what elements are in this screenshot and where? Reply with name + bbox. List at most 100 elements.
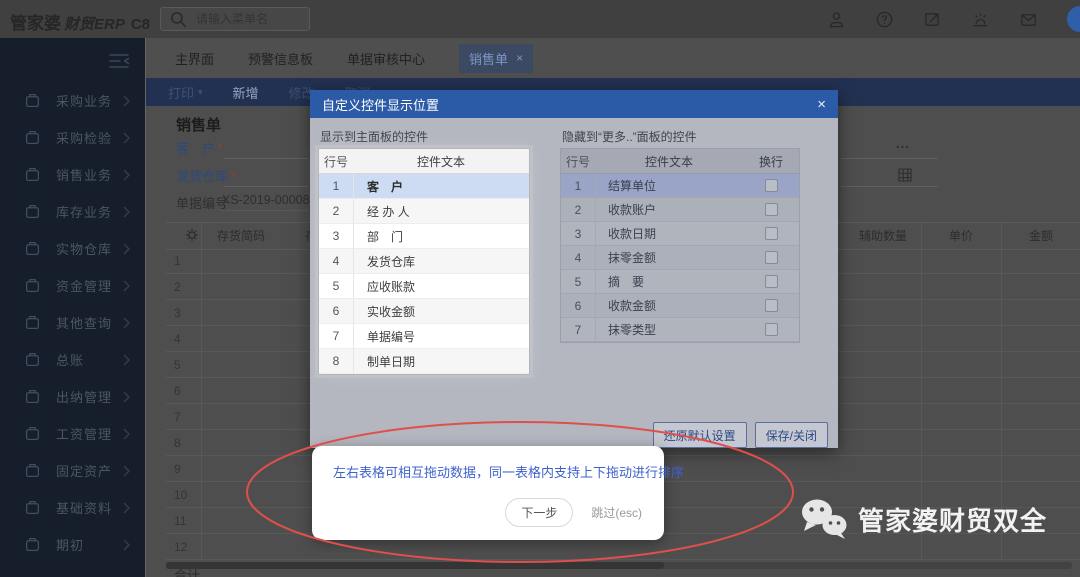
tab-label: 预警信息板	[248, 49, 313, 68]
tab[interactable]: 主界面	[175, 44, 214, 73]
main-panel-row[interactable]: 4 发货仓库	[319, 249, 529, 274]
main-panel-row[interactable]: 6 实收金额	[319, 299, 529, 324]
main-panel-row[interactable]: 8 制单日期	[319, 349, 529, 374]
dialog-close-icon[interactable]: ×	[817, 96, 826, 113]
main-panel-row[interactable]: 1 客 户	[319, 174, 529, 199]
sidebar: 采购业务 采购检验 销售业务 库存业务	[0, 38, 145, 577]
wrap-checkbox[interactable]	[765, 275, 778, 288]
sidebar-collapse-button[interactable]	[0, 38, 145, 82]
cashier-icon	[24, 388, 41, 405]
grid-picker-icon[interactable]	[898, 168, 912, 182]
chevron-right-icon	[123, 206, 131, 218]
toolbar-button-label: 新增	[233, 83, 259, 102]
sidebar-item[interactable]: 采购业务	[0, 82, 145, 119]
tab[interactable]: 单据审核中心	[347, 44, 425, 73]
sidebar-item[interactable]: 采购检验	[0, 119, 145, 156]
row-number: 9	[166, 462, 204, 476]
help-icon[interactable]	[875, 10, 894, 29]
gear-icon[interactable]	[184, 227, 200, 243]
sidebar-item[interactable]: 期初	[0, 526, 145, 563]
page-title: 销售单	[176, 114, 221, 135]
customer-input[interactable]	[224, 158, 308, 159]
warehouse-field-label: 发货仓库*	[176, 166, 236, 185]
scrollbar-thumb[interactable]	[166, 562, 664, 569]
more-panel-row[interactable]: 1 结算单位	[561, 174, 799, 198]
chevron-right-icon	[123, 539, 131, 551]
column-header[interactable]: 单价	[921, 227, 1001, 244]
more-panel-row[interactable]: 2 收款账户	[561, 198, 799, 222]
sidebar-item[interactable]: 资金管理	[0, 267, 145, 304]
column-header[interactable]: 金额	[1001, 227, 1080, 244]
ellipsis-picker-button[interactable]: ...	[896, 136, 910, 151]
dialog-button[interactable]: 保存/关闭	[755, 422, 828, 448]
control-text: 抹零金额	[596, 249, 743, 266]
main-panel-row[interactable]: 2 经 办 人	[319, 199, 529, 224]
more-panel-row[interactable]: 6 收款金额	[561, 294, 799, 318]
sidebar-item[interactable]: 出纳管理	[0, 378, 145, 415]
sidebar-item-label: 资金管理	[56, 276, 123, 295]
skip-button[interactable]: 跳过(esc)	[591, 504, 642, 521]
column-header[interactable]: 辅助数量	[843, 227, 923, 244]
more-panel-row[interactable]: 3 收款日期	[561, 222, 799, 246]
sidebar-item[interactable]: 工资管理	[0, 415, 145, 452]
next-step-button[interactable]: 下一步	[505, 498, 573, 527]
more-panel-row[interactable]: 5 摘 要	[561, 270, 799, 294]
wrap-checkbox[interactable]	[765, 251, 778, 264]
horizontal-scrollbar[interactable]	[166, 562, 1072, 569]
tutorial-message: 左右表格可相互拖动数据，同一表格内支持上下拖动进行排序	[333, 462, 684, 481]
feedback-note-icon[interactable]	[923, 10, 942, 29]
inventory-icon	[24, 203, 41, 220]
chevron-right-icon	[123, 502, 131, 514]
more-panel-row[interactable]: 7 抹零类型	[561, 318, 799, 342]
more-panel-row[interactable]: 4 抹零金额	[561, 246, 799, 270]
required-asterisk: *	[231, 169, 236, 184]
row-number: 1	[561, 174, 596, 197]
toolbar-button[interactable]: 新增	[233, 83, 259, 102]
alarm-icon[interactable]	[971, 10, 990, 29]
sidebar-item[interactable]: 库存业务	[0, 193, 145, 230]
sidebar-item[interactable]: 销售业务	[0, 156, 145, 193]
main-panel-row[interactable]: 5 应收账款	[319, 274, 529, 299]
sidebar-item-label: 采购检验	[56, 128, 123, 147]
sidebar-item[interactable]: 基础资料	[0, 489, 145, 526]
logo-product: 财贸ERP	[64, 13, 125, 34]
wrap-checkbox[interactable]	[765, 227, 778, 240]
right-field-input[interactable]	[841, 158, 938, 159]
user-icon[interactable]	[827, 10, 846, 29]
sidebar-item[interactable]: 实物仓库	[0, 230, 145, 267]
tab[interactable]: 销售单 ×	[459, 44, 533, 73]
chevron-right-icon	[123, 243, 131, 255]
tutorial-tooltip: 左右表格可相互拖动数据，同一表格内支持上下拖动进行排序 下一步 跳过(esc)	[312, 446, 664, 540]
search-input[interactable]	[194, 11, 301, 27]
column-header[interactable]: 存货简码	[204, 227, 278, 244]
app-window: 管家婆 财贸ERP C8 采购业务	[0, 0, 1080, 577]
main-panel-row[interactable]: 7 单据编号	[319, 324, 529, 349]
tab[interactable]: 预警信息板	[248, 44, 313, 73]
row-number: 2	[319, 199, 354, 223]
dropdown-caret-icon: ▾	[198, 87, 203, 98]
sidebar-item[interactable]: 总账	[0, 341, 145, 378]
row-number: 7	[166, 410, 204, 424]
row-number: 5	[319, 274, 354, 298]
global-search[interactable]	[160, 7, 310, 31]
watermark-text: 管家婆财贸双全	[858, 501, 1047, 538]
toolbar-button[interactable]: 打印 ▾	[168, 83, 203, 102]
ledger-icon	[24, 351, 41, 368]
warehouse-input[interactable]	[224, 186, 308, 187]
tab-close-icon[interactable]: ×	[516, 51, 523, 65]
tutorial-actions: 下一步 跳过(esc)	[505, 498, 642, 527]
dialog-buttons: 还原默认设置 保存/关闭	[653, 422, 828, 448]
mail-icon[interactable]	[1019, 10, 1038, 29]
wrap-checkbox[interactable]	[765, 179, 778, 192]
user-avatar[interactable]	[1067, 6, 1080, 32]
sidebar-item[interactable]: 其他查询	[0, 304, 145, 341]
app-logo: 管家婆 财贸ERP C8	[10, 0, 150, 38]
wrap-checkbox[interactable]	[765, 323, 778, 336]
wrap-checkbox[interactable]	[765, 203, 778, 216]
control-text: 摘 要	[596, 273, 743, 290]
right-field-input-2[interactable]	[841, 186, 938, 187]
dialog-button[interactable]: 还原默认设置	[653, 422, 747, 448]
sidebar-item[interactable]: 固定资产	[0, 452, 145, 489]
wrap-checkbox[interactable]	[765, 299, 778, 312]
main-panel-row[interactable]: 3 部 门	[319, 224, 529, 249]
